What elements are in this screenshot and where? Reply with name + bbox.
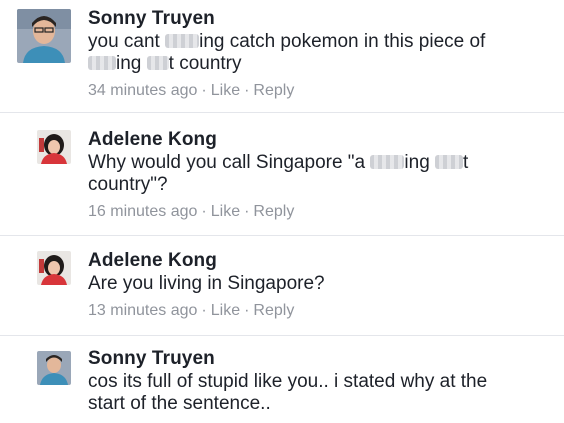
profile-photo-icon [37, 351, 71, 385]
avatar[interactable] [37, 130, 71, 164]
avatar[interactable] [17, 9, 71, 63]
comment-text: you cant ing catch pokemon in this piece… [88, 31, 544, 75]
comment: Sonny Truyen you cant ing catch pokemon … [0, 0, 564, 112]
timestamp[interactable]: 16 minutes ago [88, 203, 197, 220]
comment: Sonny Truyen cos its full of stupid like… [0, 336, 564, 423]
comment-text: Are you living in Singapore? [88, 273, 325, 294]
separator: · [201, 203, 207, 220]
censored-word [370, 155, 405, 169]
profile-photo-icon [37, 251, 71, 285]
separator: · [244, 302, 250, 319]
comment-meta: 16 minutes ago · Like · Reply [88, 202, 544, 222]
censored-word [88, 56, 116, 70]
comment-author[interactable]: Sonny Truyen [88, 348, 544, 370]
avatar[interactable] [37, 251, 71, 285]
profile-photo-icon [17, 9, 71, 63]
comment-author[interactable]: Sonny Truyen [88, 8, 544, 30]
profile-photo-icon [37, 130, 71, 164]
like-button[interactable]: Like [211, 203, 240, 220]
censored-word [165, 34, 200, 48]
like-button[interactable]: Like [211, 302, 240, 319]
comment-thread: Sonny Truyen you cant ing catch pokemon … [0, 0, 564, 423]
censored-word [435, 155, 464, 169]
censored-word [146, 56, 169, 70]
comment-text-part: ing [404, 152, 436, 173]
comment-author[interactable]: Adelene Kong [88, 129, 544, 151]
comment-text-part: t [463, 152, 469, 173]
timestamp[interactable]: 34 minutes ago [88, 82, 197, 99]
comment-text-part: ing catch pokemon in this piece of [199, 31, 486, 52]
comment-text-part: t country [168, 53, 242, 74]
comment-meta: 13 minutes ago · Like · Reply [88, 301, 544, 321]
comment-text: Why would you call Singapore "a ing t cou… [88, 152, 544, 196]
comment-text-part: country"? [88, 174, 168, 195]
reply-button[interactable]: Reply [253, 302, 294, 319]
comment-text: cos its full of stupid like you.. i stat… [88, 371, 488, 414]
comment-text-part: ing [116, 53, 147, 74]
separator: · [201, 82, 207, 99]
comment: Adelene Kong Are you living in Singapore… [0, 236, 564, 335]
separator: · [201, 302, 207, 319]
reply-button[interactable]: Reply [253, 82, 294, 99]
comment-author[interactable]: Adelene Kong [88, 250, 544, 272]
reply-button[interactable]: Reply [253, 203, 294, 220]
separator: · [244, 82, 250, 99]
timestamp[interactable]: 13 minutes ago [88, 302, 197, 319]
comment-text-part: you cant [88, 31, 166, 52]
avatar[interactable] [37, 351, 71, 385]
comment-meta: 34 minutes ago · Like · Reply [88, 81, 544, 101]
comment-text-part: Why would you call Singapore "a [88, 152, 371, 173]
separator: · [244, 203, 250, 220]
comment: Adelene Kong Why would you call Singapor… [0, 113, 564, 235]
like-button[interactable]: Like [211, 82, 240, 99]
